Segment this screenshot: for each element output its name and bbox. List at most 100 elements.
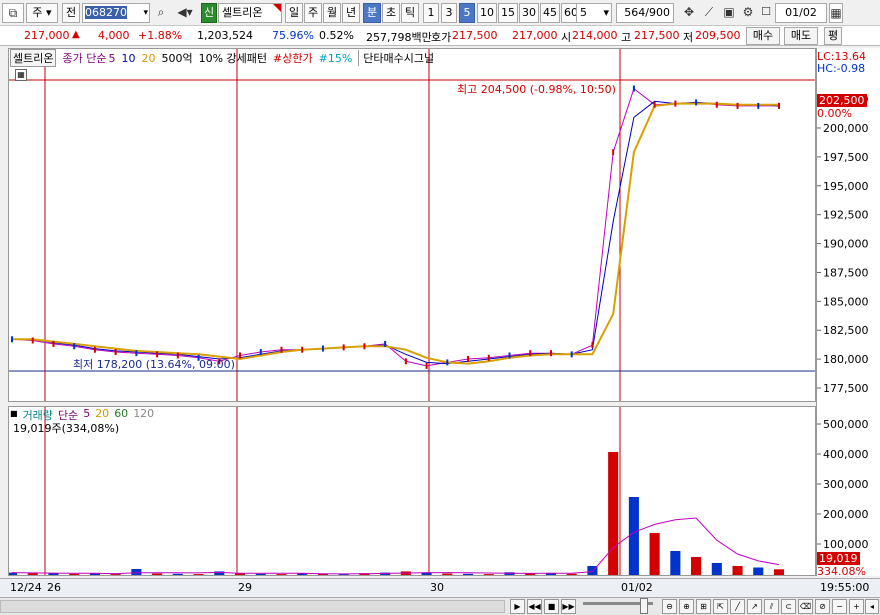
x-label-1224: 12/24: [10, 581, 42, 594]
minus-icon[interactable]: −: [832, 599, 847, 614]
volume-bar: [110, 574, 121, 575]
zero-pct-tag: 0.00%: [817, 107, 852, 120]
legend-limit: #상한가: [273, 52, 313, 65]
minute-5[interactable]: 5: [459, 3, 475, 23]
tool-icon[interactable]: ⊞: [696, 599, 711, 614]
volume-bar: [193, 574, 204, 575]
volume-bar: [131, 569, 142, 575]
save-icon[interactable]: ▣: [720, 3, 738, 23]
code-input[interactable]: 068270 ▾: [82, 3, 150, 23]
crosshair-icon[interactable]: ✥: [680, 3, 698, 23]
play-icon[interactable]: ▶: [510, 599, 525, 614]
volume-value: 1,203,524: [197, 29, 253, 42]
period-month[interactable]: 월: [323, 3, 341, 23]
change-rate: +1.88%: [138, 29, 183, 42]
volume-value-tag: 19,019: [817, 552, 860, 565]
open-price: 214,000: [572, 29, 618, 42]
trend-icon[interactable]: ⟋: [700, 3, 718, 23]
vol-tick-label: 400,000: [823, 448, 869, 461]
x-axis: 12/24 26 29 30 01/02 19:55:00: [0, 578, 880, 596]
zoom-reset-icon[interactable]: ⊘: [815, 599, 830, 614]
volume-bar: [732, 566, 743, 575]
nav-bar: ▶ ◀◀ ■ ▶▶ ⊖ ⊕ ⊞ ⇱ ╱ ↗ ⫽ ⊂ ⌫ ⊘ − + ◂: [0, 597, 880, 615]
buy-button[interactable]: 매수: [746, 27, 780, 45]
volume-ratio: 75.96%: [272, 29, 314, 42]
legend-ma5: 5: [108, 51, 116, 65]
legend-signal: 단타매수시그널: [358, 50, 434, 66]
minute-10[interactable]: 10: [477, 3, 497, 23]
minute-3[interactable]: 3: [441, 3, 457, 23]
period-minute[interactable]: 분: [363, 3, 381, 23]
new-badge: 신: [201, 3, 217, 23]
chart-window: ⧉ 주 ▾ 전 068270 ▾ ⌕ ◀▾ 신 셀트리온 일 주 월 년 분 초 …: [0, 0, 880, 615]
stock-name: 셀트리온: [218, 3, 282, 23]
minute-45[interactable]: 45: [540, 3, 560, 23]
magnet-icon[interactable]: ⊂: [781, 599, 796, 614]
period-day[interactable]: 일: [285, 3, 303, 23]
grid-icon[interactable]: ▦: [15, 69, 27, 81]
hc-label: HC:-0.98: [817, 62, 866, 75]
period-second[interactable]: 초: [382, 3, 400, 23]
zoom-out-icon[interactable]: ⊖: [662, 599, 677, 614]
speed-slider-thumb[interactable]: [640, 598, 648, 614]
window-icon[interactable]: ⧉: [2, 3, 24, 23]
interval-value: 5: [580, 6, 587, 19]
legend-stock-name[interactable]: 셀트리온: [10, 49, 57, 67]
volume-bar: [773, 569, 785, 575]
legend-ma10: 10: [121, 51, 136, 65]
fib-tool-icon[interactable]: ⫽: [764, 599, 779, 614]
eval-button[interactable]: 평: [824, 27, 842, 45]
y-tick-label: 195,000: [823, 180, 869, 193]
volume-bar: [276, 574, 287, 575]
minute-1[interactable]: 1: [423, 3, 439, 23]
y-tick-label: 185,000: [823, 295, 869, 308]
line-tool-icon[interactable]: ╱: [730, 599, 745, 614]
minute-15[interactable]: 15: [498, 3, 518, 23]
volume-panel[interactable]: ■ 거래량 단순 5 20 60 120 19,019주(334,08%): [8, 406, 816, 576]
volume-bar: [670, 551, 681, 575]
volume-bar: [69, 573, 80, 575]
zoom-in-icon[interactable]: ⊕: [679, 599, 694, 614]
stop-icon[interactable]: ■: [544, 599, 559, 614]
eraser-icon[interactable]: ⌫: [798, 599, 813, 614]
more-icon[interactable]: ◂: [865, 599, 879, 614]
plus-icon[interactable]: +: [849, 599, 864, 614]
interval-select[interactable]: 5 ▾: [576, 3, 612, 23]
period-year[interactable]: 년: [342, 3, 360, 23]
checkbox-icon[interactable]: ☐: [759, 3, 773, 23]
scroll-track[interactable]: [0, 600, 505, 613]
legend-pct: #15%: [318, 51, 353, 65]
legend-amount: 500억: [161, 52, 193, 65]
period-tick[interactable]: 틱: [401, 3, 419, 23]
volume-chart-svg: [9, 407, 785, 575]
x-label-29: 29: [238, 581, 252, 594]
price-chart-svg: [9, 49, 815, 401]
minute-30[interactable]: 30: [519, 3, 539, 23]
count-display[interactable]: 564/900: [616, 3, 674, 23]
calendar-icon[interactable]: ▦: [829, 3, 843, 23]
up-arrow-icon: ▲: [72, 29, 80, 40]
price-panel[interactable]: 셀트리온 종가 단순 5 10 20 500억 10% 강세패턴 #상한가 #1…: [8, 48, 816, 402]
prev-button[interactable]: 전: [62, 3, 80, 23]
volume-bar: [463, 573, 474, 575]
speaker-icon[interactable]: ◀▾: [172, 3, 198, 23]
volume-bar: [691, 557, 702, 575]
period-week[interactable]: 주: [304, 3, 322, 23]
price-change: 4,000: [98, 29, 130, 42]
type-selector[interactable]: 주 ▾: [26, 3, 58, 23]
cursor-icon[interactable]: ⇱: [713, 599, 728, 614]
y-tick-label: 197,500: [823, 151, 869, 164]
x-label-26: 26: [47, 581, 61, 594]
rewind-icon[interactable]: ◀◀: [527, 599, 542, 614]
legend-pattern: 10% 강세패턴: [198, 52, 268, 65]
date-input[interactable]: 01/02: [775, 3, 827, 23]
ma-line-10: [12, 100, 780, 365]
vol-tick-label: 200,000: [823, 508, 869, 521]
arrow-tool-icon[interactable]: ↗: [747, 599, 762, 614]
search-icon[interactable]: ⌕: [152, 3, 170, 23]
forward-icon[interactable]: ▶▶: [561, 599, 576, 614]
y-tick-label: 182,500: [823, 324, 869, 337]
gear-icon[interactable]: ⚙: [739, 3, 757, 23]
sell-button[interactable]: 매도: [784, 27, 818, 45]
turnover-rate: 0.52%: [319, 29, 354, 42]
